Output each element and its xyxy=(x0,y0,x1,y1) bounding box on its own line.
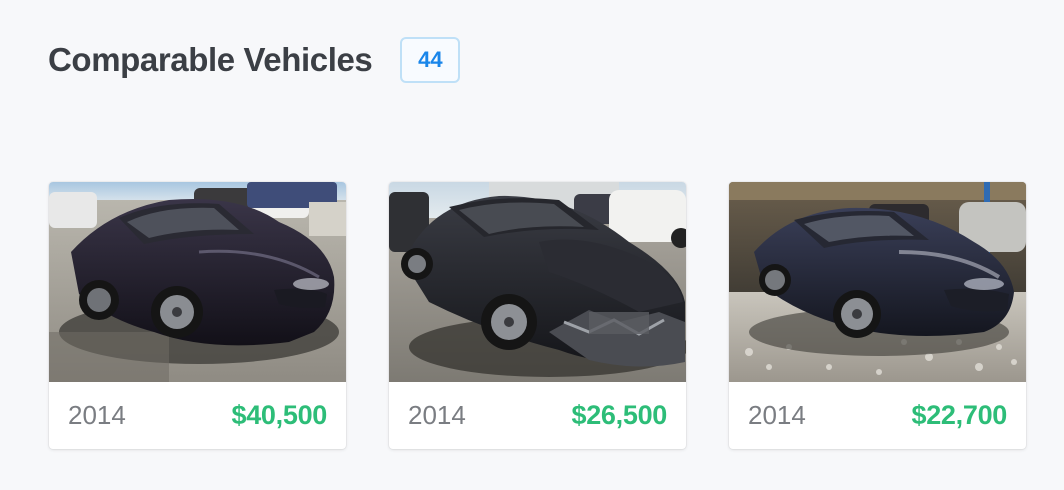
card-footer: 2014 $26,500 xyxy=(389,382,686,449)
vehicle-card[interactable]: 2014 $40,500 xyxy=(49,182,346,449)
vehicle-year: 2014 xyxy=(748,400,806,430)
vehicle-price: $22,700 xyxy=(911,400,1008,430)
vehicle-card[interactable]: 2014 $22,700 xyxy=(729,182,1026,449)
vehicle-year: 2014 xyxy=(68,400,126,430)
page-title: Comparable Vehicles xyxy=(48,41,373,78)
count-badge[interactable]: 44 xyxy=(400,37,461,83)
vehicle-price: $26,500 xyxy=(571,400,668,430)
vehicle-photo[interactable] xyxy=(389,182,686,382)
car-photo-intact xyxy=(49,182,346,382)
vehicle-year: 2014 xyxy=(408,400,466,430)
vehicle-photo[interactable] xyxy=(729,182,1026,382)
card-footer: 2014 $22,700 xyxy=(729,382,1026,449)
vehicle-photo[interactable] xyxy=(49,182,346,382)
car-photo-gravel-lot xyxy=(729,182,1026,382)
vehicle-price: $40,500 xyxy=(231,400,328,430)
card-footer: 2014 $40,500 xyxy=(49,382,346,449)
header: Comparable Vehicles 44 xyxy=(48,36,461,84)
car-photo-front-damage xyxy=(389,182,686,382)
vehicle-card[interactable]: 2014 $26,500 xyxy=(389,182,686,449)
